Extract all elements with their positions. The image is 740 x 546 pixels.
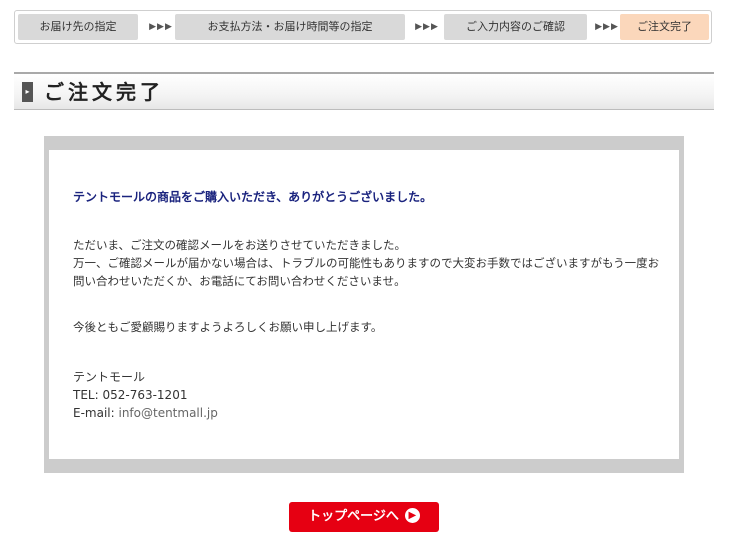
top-page-button-label: トップページへ (308, 509, 399, 524)
closing-paragraph: 今後ともご愛顧賜りますようよろしくお願い申し上げます。 (73, 320, 383, 334)
confirmation-line: ただいま、ご注文の確認メールをお送りさせていただきました。 (73, 238, 407, 252)
page-title-bar: ▸ ご注文完了 (14, 72, 714, 110)
arrow-circle-right-icon: ▶ (404, 507, 420, 523)
shop-email: info@tentmall.jp (118, 406, 218, 420)
shop-tel: TEL: 052-763-1201 (73, 388, 188, 402)
message-content: テントモールの商品をご購入いただき、ありがとうございました。 ただいま、ご注文の… (49, 150, 679, 459)
message-box: テントモールの商品をご購入いただき、ありがとうございました。 ただいま、ご注文の… (44, 136, 684, 473)
confirmation-paragraph: ただいま、ご注文の確認メールをお送りさせていただきました。 万一、ご確認メールが… (73, 236, 660, 290)
shop-name: テントモール (73, 370, 146, 384)
step-confirm-input: ご入力内容のご確認 (444, 14, 587, 40)
top-page-button[interactable]: トップページへ ▶ (289, 502, 439, 532)
confirmation-line: 万一、ご確認メールが届かない場合は、トラブルの可能性もありますので大変お手数では… (73, 256, 660, 270)
title-marker-icon: ▸ (22, 82, 33, 102)
step-payment-method: お支払方法・お届け時間等の指定 (175, 14, 405, 40)
thank-you-message: テントモールの商品をご購入いただき、ありがとうございました。 (73, 190, 433, 204)
step-order-complete: ご注文完了 (620, 14, 709, 40)
email-label: E-mail: (73, 406, 119, 420)
confirmation-line: 問い合わせいただくか、お電話にてお問い合わせくださいませ。 (73, 274, 406, 288)
page-title: ご注文完了 (44, 80, 164, 104)
shop-email-line: E-mail: info@tentmall.jp (73, 404, 218, 422)
contact-info: テントモール TEL: 052-763-1201 E-mail: info@te… (73, 368, 218, 422)
order-progress-steps: お届け先の指定 ▶▶▶ お支払方法・お届け時間等の指定 ▶▶▶ ご入力内容のご確… (14, 10, 712, 44)
step-delivery-address: お届け先の指定 (18, 14, 138, 40)
step-separator-icon: ▶▶▶ (415, 22, 439, 32)
